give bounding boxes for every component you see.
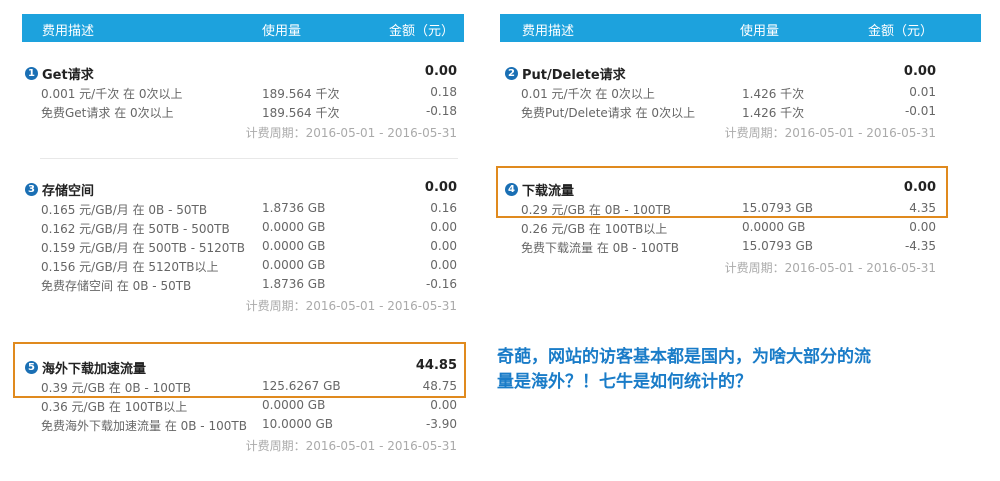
- header-amount: 金额（元）: [867, 24, 933, 39]
- row-desc: 免费存储空间 在 0B - 50TB: [41, 279, 192, 293]
- section-title: 3 存储空间: [25, 180, 94, 199]
- row-desc: 免费下载流量 在 0B - 100TB: [521, 241, 679, 255]
- row-desc: 0.36 元/GB 在 100TB以上: [41, 400, 188, 414]
- section-total: 0.00: [424, 64, 457, 79]
- row-desc: 0.156 元/GB/月 在 5120TB以上: [41, 260, 219, 274]
- row-usage: 0.0000 GB: [262, 398, 326, 412]
- table-row: 0.36 元/GB 在 100TB以上 0.0000 GB 0.00: [41, 397, 457, 416]
- row-amount: 0.00: [430, 398, 457, 412]
- table-row: 0.156 元/GB/月 在 5120TB以上 0.0000 GB 0.00: [41, 257, 457, 276]
- row-amount: -4.35: [904, 239, 936, 253]
- row-usage: 0.0000 GB: [262, 239, 326, 253]
- billing-period-text: 计费周期：2016-05-01 - 2016-05-31: [245, 299, 457, 313]
- row-amount: -0.01: [904, 104, 936, 118]
- row-usage: 0.0000 GB: [262, 220, 326, 234]
- row-desc: 0.159 元/GB/月 在 500TB - 5120TB: [41, 241, 245, 255]
- billing-period: 计费周期：2016-05-01 - 2016-05-31: [25, 295, 457, 315]
- row-amount: -3.90: [425, 417, 457, 431]
- row-amount: -0.18: [425, 104, 457, 118]
- table-row: 0.159 元/GB/月 在 500TB - 5120TB 0.0000 GB …: [41, 238, 457, 257]
- table-row: 0.165 元/GB/月 在 0B - 50TB 1.8736 GB 0.16: [41, 200, 457, 219]
- billing-period: 计费周期：2016-05-01 - 2016-05-31: [505, 257, 936, 277]
- table-row: 免费海外下载加速流量 在 0B - 100TB 10.0000 GB -3.90: [41, 416, 457, 435]
- highlight-box-download-traffic: [496, 166, 948, 218]
- row-usage: 189.564 千次: [262, 106, 340, 120]
- table-row: 免费下载流量 在 0B - 100TB 15.0793 GB -4.35: [521, 238, 936, 257]
- table-row: 0.001 元/千次 在 0次以上 189.564 千次 0.18: [41, 84, 457, 103]
- row-amount: 0.16: [430, 201, 457, 215]
- header-usage: 使用量: [740, 24, 780, 39]
- row-usage: 0.0000 GB: [262, 258, 326, 272]
- row-amount: -0.16: [425, 277, 457, 291]
- table-row: 0.01 元/千次 在 0次以上 1.426 千次 0.01: [521, 84, 936, 103]
- table-row: 0.162 元/GB/月 在 50TB - 500TB 0.0000 GB 0.…: [41, 219, 457, 238]
- number-two-icon: 2: [505, 67, 518, 80]
- highlight-box-overseas-traffic: [13, 342, 466, 398]
- row-desc: 0.162 元/GB/月 在 50TB - 500TB: [41, 222, 230, 236]
- billing-header-left: 费用描述 使用量 金额（元）: [22, 14, 464, 42]
- table-row: 免费存储空间 在 0B - 50TB 1.8736 GB -0.16: [41, 276, 457, 295]
- billing-header-right: 费用描述 使用量 金额（元）: [500, 14, 981, 42]
- section-divider: [40, 158, 458, 159]
- row-amount: 0.00: [430, 239, 457, 253]
- row-usage: 0.0000 GB: [742, 220, 806, 234]
- table-row: 免费Put/Delete请求 在 0次以上 1.426 千次 -0.01: [521, 103, 936, 122]
- header-desc: 费用描述: [522, 24, 575, 39]
- row-usage: 15.0793 GB: [742, 239, 813, 253]
- row-amount: 0.00: [430, 220, 457, 234]
- billing-period-text: 计费周期：2016-05-01 - 2016-05-31: [245, 126, 457, 140]
- annotation-line-1: 奇葩，网站的访客基本都是国内，为啥大部分的流: [497, 347, 871, 367]
- row-amount: 0.18: [430, 85, 457, 99]
- row-desc: 0.26 元/GB 在 100TB以上: [521, 222, 668, 236]
- row-desc: 免费海外下载加速流量 在 0B - 100TB: [41, 419, 247, 433]
- row-amount: 0.00: [430, 258, 457, 272]
- section-total: 0.00: [903, 64, 936, 79]
- section-get-requests: 1 Get请求 0.00 0.001 元/千次 在 0次以上 189.564 千…: [25, 62, 457, 142]
- section-title-text: 存储空间: [42, 184, 95, 199]
- header-amount: 金额（元）: [388, 24, 454, 39]
- number-three-icon: 3: [25, 183, 38, 196]
- row-amount: 0.00: [909, 220, 936, 234]
- annotation-line-2: 量是海外？！七牛是如何统计的？: [497, 372, 752, 392]
- section-total: 0.00: [424, 180, 457, 195]
- section-title: 1 Get请求: [25, 64, 94, 83]
- row-usage: 189.564 千次: [262, 87, 340, 101]
- table-row: 0.26 元/GB 在 100TB以上 0.0000 GB 0.00: [521, 219, 936, 238]
- row-amount: 0.01: [909, 85, 936, 99]
- billing-period: 计费周期：2016-05-01 - 2016-05-31: [25, 435, 457, 455]
- section-title: 2 Put/Delete请求: [505, 64, 626, 83]
- row-desc: 0.01 元/千次 在 0次以上: [521, 87, 655, 101]
- row-desc: 0.165 元/GB/月 在 0B - 50TB: [41, 203, 208, 217]
- row-desc: 0.001 元/千次 在 0次以上: [41, 87, 183, 101]
- row-desc: 免费Get请求 在 0次以上: [41, 106, 174, 120]
- row-usage: 1.8736 GB: [262, 201, 326, 215]
- row-usage: 10.0000 GB: [262, 417, 333, 431]
- section-put-delete-requests: 2 Put/Delete请求 0.00 0.01 元/千次 在 0次以上 1.4…: [505, 62, 936, 142]
- section-storage: 3 存储空间 0.00 0.165 元/GB/月 在 0B - 50TB 1.8…: [25, 178, 457, 315]
- header-usage: 使用量: [262, 24, 302, 39]
- billing-period-text: 计费周期：2016-05-01 - 2016-05-31: [245, 439, 457, 453]
- row-usage: 1.8736 GB: [262, 277, 326, 291]
- row-usage: 1.426 千次: [742, 106, 805, 120]
- section-title-text: Put/Delete请求: [522, 68, 626, 83]
- number-one-icon: 1: [25, 67, 38, 80]
- billing-period: 计费周期：2016-05-01 - 2016-05-31: [25, 122, 457, 142]
- section-title-text: Get请求: [42, 68, 94, 83]
- table-row: 免费Get请求 在 0次以上 189.564 千次 -0.18: [41, 103, 457, 122]
- annotation-note: 奇葩，网站的访客基本都是国内，为啥大部分的流 量是海外？！七牛是如何统计的？: [497, 345, 937, 395]
- billing-period: 计费周期：2016-05-01 - 2016-05-31: [505, 122, 936, 142]
- billing-period-text: 计费周期：2016-05-01 - 2016-05-31: [724, 126, 936, 140]
- header-desc: 费用描述: [42, 24, 95, 39]
- row-usage: 1.426 千次: [742, 87, 805, 101]
- row-desc: 免费Put/Delete请求 在 0次以上: [521, 106, 696, 120]
- billing-period-text: 计费周期：2016-05-01 - 2016-05-31: [724, 261, 936, 275]
